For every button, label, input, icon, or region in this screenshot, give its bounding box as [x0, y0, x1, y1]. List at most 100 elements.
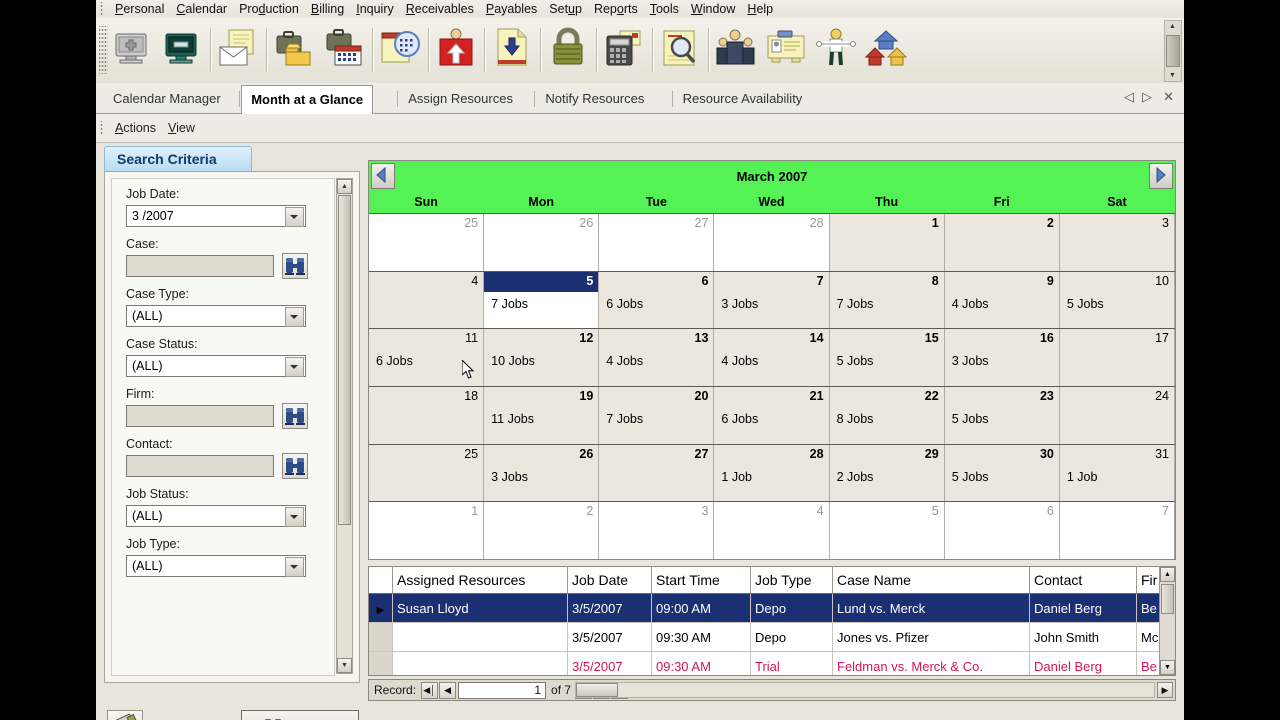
menu-item-calendar[interactable]: Calendar: [170, 1, 233, 18]
sidebar-scroll-up-icon[interactable]: ▲: [337, 179, 352, 194]
table-row[interactable]: 3/5/2007 09:30 AM Depo Jones vs. Pfizer John…: [369, 622, 1175, 652]
calendar-day-cell[interactable]: 11 6 Jobs: [369, 329, 485, 387]
calendar-day-cell[interactable]: 23 5 Jobs: [944, 387, 1060, 444]
column-header-job-date[interactable]: Job Date: [567, 567, 652, 594]
table-cell[interactable]: 09:00 AM: [651, 593, 751, 623]
table-cell[interactable]: 3/5/2007: [567, 593, 652, 623]
toolbar-drag-grip[interactable]: [99, 26, 108, 74]
menu-drag-grip[interactable]: [98, 2, 107, 16]
calendar-day-cell[interactable]: 28: [714, 214, 830, 271]
calendar-day-cell[interactable]: 18: [369, 387, 485, 444]
calendar-day-cell[interactable]: 29 2 Jobs: [829, 444, 945, 502]
toolbar-padlock-button[interactable]: [546, 26, 594, 74]
calendar-day-cell[interactable]: 27: [599, 214, 715, 271]
calendar-day-cell[interactable]: 2: [944, 214, 1060, 271]
chevron-down-icon[interactable]: [285, 557, 304, 577]
calendar-day-cell[interactable]: 10 5 Jobs: [1059, 271, 1175, 329]
clear-criteria-button[interactable]: [107, 710, 143, 720]
contact-lookup-button[interactable]: [282, 453, 308, 479]
toolbar-red-person-up-button[interactable]: [434, 26, 482, 74]
toolbar-id-card-button[interactable]: [764, 26, 812, 74]
calendar-day-cell[interactable]: 14 4 Jobs: [714, 329, 830, 387]
calendar-day-cell[interactable]: 9 4 Jobs: [944, 271, 1060, 329]
hscroll-right-icon[interactable]: ▶: [1157, 682, 1173, 698]
row-selector[interactable]: [369, 651, 393, 675]
tab-assign-resources[interactable]: Assign Resources: [399, 86, 522, 112]
calendar-day-cell[interactable]: 12 10 Jobs: [484, 329, 600, 387]
menu-item-inquiry[interactable]: Inquiry: [350, 1, 400, 18]
toolbar-document-down-arrow-button[interactable]: [490, 26, 538, 74]
hscroll-thumb[interactable]: [576, 683, 618, 697]
menu-item-receivables[interactable]: Receivables: [400, 1, 480, 18]
firm-lookup-button[interactable]: [282, 403, 308, 429]
table-cell[interactable]: 09:30 AM: [651, 651, 751, 675]
search-criteria-tab[interactable]: Search Criteria: [104, 146, 252, 172]
calendar-day-cell[interactable]: 13 4 Jobs: [599, 329, 715, 387]
column-header-start-time[interactable]: Start Time: [651, 567, 751, 594]
table-cell[interactable]: 3/5/2007: [567, 651, 652, 675]
menu-item-production[interactable]: Production: [233, 1, 305, 18]
case-input[interactable]: [126, 255, 274, 277]
calendar-day-cell[interactable]: 7 3 Jobs: [714, 271, 830, 329]
menu-item-window[interactable]: Window: [685, 1, 741, 18]
column-header-assigned-resources[interactable]: Assigned Resources: [392, 567, 568, 594]
search-button[interactable]: Search: [241, 710, 359, 720]
column-header-case-name[interactable]: Case Name: [832, 567, 1030, 594]
tab-notify-resources[interactable]: Notify Resources: [536, 86, 653, 112]
table-cell[interactable]: Lund vs. Merck: [832, 593, 1030, 623]
table-cell[interactable]: Daniel Berg: [1029, 593, 1137, 623]
column-header-contact[interactable]: Contact: [1029, 567, 1137, 594]
job-type-select[interactable]: (ALL): [126, 555, 306, 577]
menu-item-payables[interactable]: Payables: [480, 1, 543, 18]
table-cell[interactable]: Feldman vs. Merck & Co.: [832, 651, 1030, 675]
case-type-select[interactable]: (ALL): [126, 305, 306, 327]
case-lookup-button[interactable]: [282, 253, 308, 279]
calendar-day-cell[interactable]: 22 8 Jobs: [829, 387, 945, 444]
grid-vertical-scrollbar[interactable]: ▲ ▼: [1159, 567, 1175, 675]
toolbar-calculator-button[interactable]: [602, 26, 650, 74]
toolbar-monitor-button[interactable]: [160, 26, 208, 74]
first-record-button[interactable]: ◀│: [421, 681, 439, 699]
calendar-day-cell[interactable]: 17: [1059, 329, 1175, 387]
calendar-day-cell[interactable]: 19 11 Jobs: [484, 387, 600, 444]
table-cell[interactable]: Depo: [750, 622, 833, 652]
job-date-select[interactable]: 3 /2007: [126, 205, 306, 227]
calendar-day-cell[interactable]: 21 6 Jobs: [714, 387, 830, 444]
scroll-up-icon[interactable]: ▲: [1167, 23, 1178, 30]
calendar-day-cell[interactable]: 7: [1059, 502, 1175, 560]
tab-resource-availability[interactable]: Resource Availability: [674, 86, 812, 112]
sidebar-scroll-thumb[interactable]: [338, 195, 351, 525]
calendar-day-cell[interactable]: 4: [714, 502, 830, 560]
prev-record-button[interactable]: ◀: [439, 681, 457, 699]
calendar-day-cell[interactable]: 28 1 Job: [714, 444, 830, 502]
action-menu-actions[interactable]: Actions: [109, 120, 162, 137]
sidebar-scroll-down-icon[interactable]: ▼: [337, 658, 352, 673]
calendar-day-cell[interactable]: 3: [599, 502, 715, 560]
chevron-down-icon[interactable]: [285, 207, 304, 227]
table-cell[interactable]: [392, 622, 568, 652]
toolbar-new-monitor-button[interactable]: [110, 26, 158, 74]
toolbar-people-group-button[interactable]: [714, 26, 762, 74]
calendar-day-cell[interactable]: 26 3 Jobs: [484, 444, 600, 502]
calendar-day-cell[interactable]: 26: [484, 214, 600, 271]
record-number-input[interactable]: 1: [458, 681, 547, 699]
calendar-day-cell[interactable]: 3: [1059, 214, 1175, 271]
toolbar-scroll-thumb[interactable]: [1166, 35, 1180, 67]
firm-input[interactable]: [126, 405, 274, 427]
grid-scroll-up-icon[interactable]: ▲: [1160, 567, 1175, 582]
menu-item-personal[interactable]: Personal: [109, 1, 170, 18]
calendar-day-cell[interactable]: 31 1 Job: [1059, 444, 1175, 502]
toolbar-briefcase-folder-button[interactable]: [272, 26, 320, 74]
calendar-day-cell[interactable]: 24: [1059, 387, 1175, 444]
calendar-day-cell[interactable]: 1: [829, 214, 945, 271]
calendar-day-cell[interactable]: 5 7 Jobs: [484, 271, 600, 329]
tab-month-at-a-glance[interactable]: Month at a Glance: [241, 85, 374, 115]
toolbar-calendar-search-button[interactable]: [378, 26, 426, 74]
calendar-day-cell[interactable]: 27: [599, 444, 715, 502]
toolbar-magnifier-page-button[interactable]: [658, 26, 706, 74]
calendar-day-cell[interactable]: 16 3 Jobs: [944, 329, 1060, 387]
table-cell[interactable]: 3/5/2007: [567, 622, 652, 652]
table-cell[interactable]: 09:30 AM: [651, 622, 751, 652]
grid-scroll-thumb[interactable]: [1161, 584, 1174, 614]
calendar-day-cell[interactable]: 8 7 Jobs: [829, 271, 945, 329]
